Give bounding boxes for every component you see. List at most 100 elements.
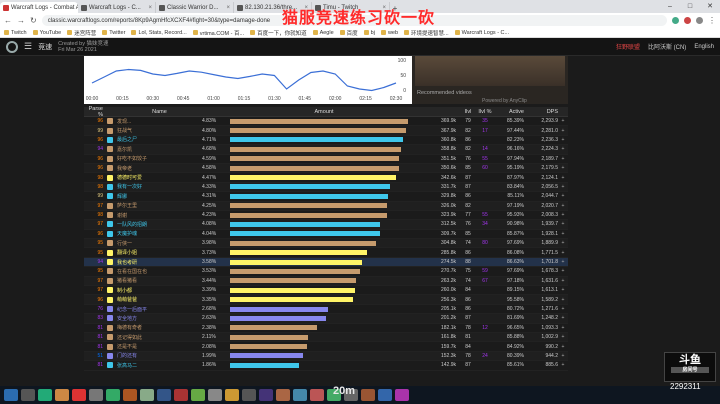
reload-icon[interactable]: ↻ xyxy=(30,16,37,25)
player-name[interactable]: 在看在国在也 xyxy=(114,268,202,275)
taskbar-app-icon[interactable] xyxy=(89,389,103,401)
bookmark-item[interactable]: 百度一下，你就知道 xyxy=(250,29,307,37)
player-name[interactable]: 发现... xyxy=(114,118,202,125)
expand-row-icon[interactable]: + xyxy=(558,278,568,284)
taskbar-app-icon[interactable] xyxy=(310,389,324,401)
expand-row-icon[interactable]: + xyxy=(558,184,568,190)
language-select[interactable]: English xyxy=(694,44,714,50)
taskbar-app-icon[interactable] xyxy=(276,389,290,401)
table-row[interactable]: 81 还是不是 2.08% 159.7k 84 84.92% 990.2 + xyxy=(84,342,568,352)
bookmark-item[interactable]: YouTube xyxy=(32,30,61,36)
player-name[interactable]: 我帝老 xyxy=(114,165,202,172)
bookmark-item[interactable]: 迷宫阵营 xyxy=(67,29,96,37)
player-name[interactable]: 门的还有 xyxy=(114,352,202,359)
table-row[interactable]: 95 翻译小姐 3.73% 285.8k 86 86.08% 1,771.5 + xyxy=(84,248,568,258)
table-row[interactable]: 94 我也考研 3.58% 274.5k 88 86.63% 1,701.8 + xyxy=(84,257,568,268)
table-row[interactable]: 81 张高马二 1.86% 142.9k 87 85.61% 885.6 + xyxy=(84,361,568,371)
expand-row-icon[interactable]: + xyxy=(558,334,568,340)
player-name[interactable]: 好吃不如饺子 xyxy=(114,155,202,162)
expand-row-icon[interactable]: + xyxy=(558,315,568,321)
expand-row-icon[interactable]: + xyxy=(558,268,568,274)
bookmark-item[interactable]: 环境提速智慧... xyxy=(404,29,449,37)
bookmark-item[interactable]: Warcraft Logs - C... xyxy=(454,30,509,36)
player-name[interactable]: 萨尔王里 xyxy=(114,202,202,209)
extension-icon[interactable] xyxy=(684,17,691,24)
warcraftlogs-logo-icon[interactable] xyxy=(6,40,18,53)
player-name[interactable]: 张高马二 xyxy=(114,362,202,369)
taskbar-app-icon[interactable] xyxy=(378,389,392,401)
table-row[interactable]: 81 梅德有奇者 2.38% 182.1k 78 12 96.65% 1,093.3 + xyxy=(84,324,568,333)
taskbar-app-icon[interactable] xyxy=(123,389,137,401)
header-active[interactable]: Active xyxy=(494,109,524,115)
profile-avatar[interactable] xyxy=(696,17,703,24)
player-name[interactable]: 狂战气 xyxy=(114,127,202,134)
browser-tab[interactable]: Warcraft Logs - C... × xyxy=(78,2,156,13)
table-row[interactable]: 97 一队风的招朗 4.08% 312.5k 76 34 90.98% 1,939.7 + xyxy=(84,220,568,230)
taskbar-app-icon[interactable] xyxy=(242,389,256,401)
player-name[interactable]: 最后之尸 xyxy=(114,136,202,143)
expand-row-icon[interactable]: + xyxy=(558,128,568,134)
player-name[interactable]: 翻译小姐 xyxy=(114,249,202,256)
player-name[interactable]: 我有一次好 xyxy=(114,183,202,190)
player-name[interactable]: 制小都 xyxy=(114,287,202,294)
table-row[interactable]: 81 还记得如此 2.11% 161.8k 81 85.88% 1,002.9 + xyxy=(84,332,568,343)
header-amount[interactable]: Amount xyxy=(230,109,418,115)
taskbar-app-icon[interactable] xyxy=(72,389,86,401)
expand-row-icon[interactable]: + xyxy=(558,250,568,256)
player-name[interactable]: 纪念一后面平 xyxy=(114,306,202,313)
player-name[interactable]: 萌萌爸爸 xyxy=(114,296,202,303)
taskbar-app-icon[interactable] xyxy=(21,389,35,401)
expand-row-icon[interactable]: + xyxy=(558,156,568,162)
taskbar-app-icon[interactable] xyxy=(395,389,409,401)
taskbar-app-icon[interactable] xyxy=(55,389,69,401)
minimize-icon[interactable]: – xyxy=(660,0,680,13)
expand-row-icon[interactable]: + xyxy=(558,362,568,368)
bookmark-item[interactable]: Twitter xyxy=(102,30,125,36)
player-name[interactable]: 天魔护魂 xyxy=(114,230,202,237)
table-row[interactable]: 99 辉娜 4.31% 329.8k 86 85.11% 2,044.7 + xyxy=(84,192,568,202)
expand-row-icon[interactable]: + xyxy=(558,297,568,303)
header-parse[interactable]: Parse % xyxy=(84,106,106,118)
bookmark-item[interactable]: Lol, Stats, Record... xyxy=(131,30,187,36)
bookmark-item[interactable]: Aegle xyxy=(312,30,334,36)
maximize-icon[interactable]: □ xyxy=(680,0,700,13)
expand-row-icon[interactable]: + xyxy=(558,193,568,199)
table-row[interactable]: 95 在看在国在也 3.53% 270.7k 75 59 97.69% 1,678.3 + xyxy=(84,267,568,277)
player-name[interactable]: 我也考研 xyxy=(114,259,202,266)
expand-row-icon[interactable]: + xyxy=(558,240,568,246)
expand-row-icon[interactable]: + xyxy=(558,212,568,218)
player-name[interactable]: 辉娜 xyxy=(114,193,202,200)
expand-row-icon[interactable]: + xyxy=(558,175,568,181)
expand-row-icon[interactable]: + xyxy=(558,325,568,331)
expand-row-icon[interactable]: + xyxy=(558,118,568,124)
table-row[interactable]: 96 好吃不如饺子 4.59% 351.5k 76 55 97.94% 2,189.7 + xyxy=(84,155,568,164)
taskbar-app-icon[interactable] xyxy=(225,389,239,401)
taskbar-app-icon[interactable] xyxy=(208,389,222,401)
expand-row-icon[interactable]: + xyxy=(558,231,568,237)
table-row[interactable]: 97 猪看猪看 3.44% 263.2k 74 67 97.18% 1,631.6 + xyxy=(84,276,568,287)
taskbar-app-icon[interactable] xyxy=(140,389,154,401)
expand-row-icon[interactable]: + xyxy=(558,165,568,171)
expand-row-icon[interactable]: + xyxy=(558,137,568,143)
taskbar-app-icon[interactable] xyxy=(191,389,205,401)
browser-tab[interactable]: Warcraft Logs - Combat Anal...× xyxy=(0,2,78,13)
expand-row-icon[interactable]: + xyxy=(558,146,568,152)
taskbar-app-icon[interactable] xyxy=(259,389,273,401)
taskbar-app-icon[interactable] xyxy=(157,389,171,401)
bookmark-item[interactable]: web xyxy=(380,30,398,36)
extension-icon[interactable] xyxy=(672,17,679,24)
table-row[interactable]: 98 谢谢 4.23% 323.9k 77 55 95.93% 2,008.3 + xyxy=(84,211,568,221)
player-name[interactable]: 谢谢 xyxy=(114,212,202,219)
table-row[interactable]: 98 德德时可爱 4.47% 342.6k 87 87.97% 2,124.1 + xyxy=(84,173,568,183)
expand-row-icon[interactable]: + xyxy=(558,203,568,209)
hamburger-menu-icon[interactable]: ☰ xyxy=(24,41,32,52)
player-name[interactable]: 安全地方 xyxy=(114,315,202,322)
taskbar-app-icon[interactable] xyxy=(4,389,18,401)
taskbar-app-icon[interactable] xyxy=(293,389,307,401)
back-icon[interactable]: ← xyxy=(4,16,12,25)
header-name[interactable]: Name xyxy=(114,109,202,115)
player-name[interactable]: 嘉尔凯 xyxy=(114,146,202,153)
forward-icon[interactable]: → xyxy=(17,16,25,25)
browser-tab[interactable]: Classic Warrior D... × xyxy=(156,2,234,13)
bookmark-item[interactable]: Twitch xyxy=(4,30,27,36)
